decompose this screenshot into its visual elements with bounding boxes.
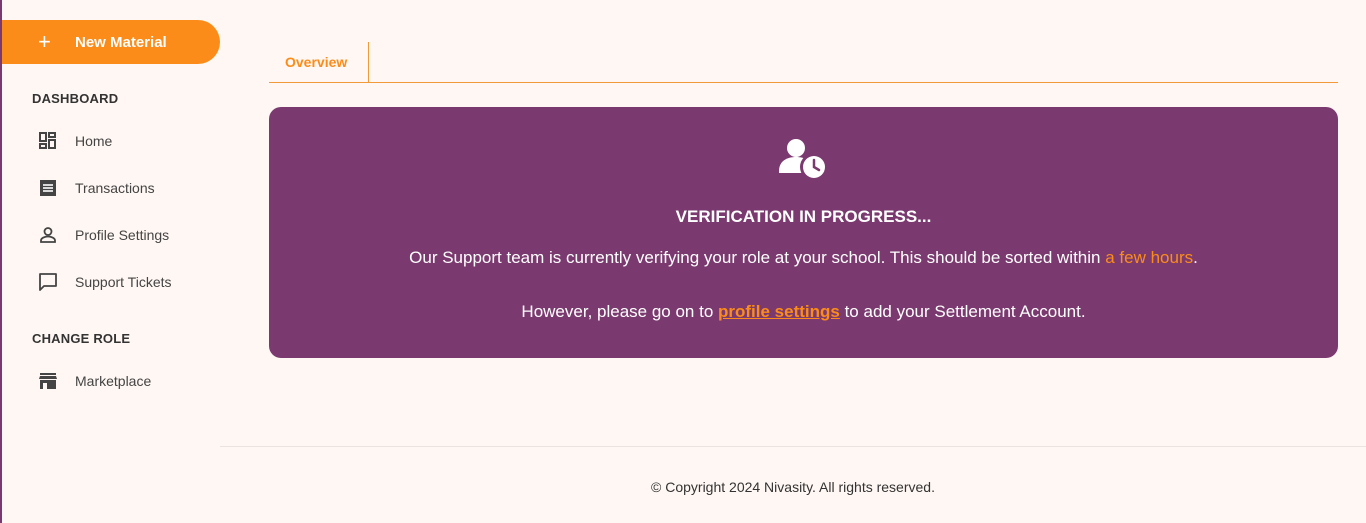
- tab-bar: Overview: [269, 42, 1338, 83]
- sidebar: + New Material DASHBOARD Home Transactio…: [2, 0, 220, 523]
- user-clock-icon: [777, 137, 831, 183]
- settlement-message: However, please go on to profile setting…: [269, 302, 1338, 322]
- highlight-text: a few hours: [1105, 248, 1194, 267]
- footer-divider: [220, 446, 1366, 447]
- sidebar-item-label: Marketplace: [75, 373, 152, 389]
- sidebar-item-label: Support Tickets: [75, 274, 172, 290]
- sidebar-item-label: Profile Settings: [75, 227, 170, 243]
- footer-copyright: © Copyright 2024 Nivasity. All rights re…: [651, 479, 935, 495]
- verification-title: VERIFICATION IN PROGRESS...: [675, 207, 932, 226]
- sidebar-item-profile-settings[interactable]: Profile Settings: [36, 220, 169, 250]
- profile-settings-link[interactable]: profile settings: [718, 302, 840, 321]
- storefront-icon: [36, 369, 60, 393]
- sidebar-item-support-tickets[interactable]: Support Tickets: [36, 267, 172, 297]
- verification-card: VERIFICATION IN PROGRESS... Our Support …: [269, 107, 1338, 358]
- new-material-label: New Material: [75, 33, 167, 51]
- plus-icon: +: [38, 29, 51, 54]
- section-title-change-role: CHANGE ROLE: [32, 331, 131, 346]
- message-text: However, please go on to: [521, 302, 718, 321]
- section-title-dashboard: DASHBOARD: [32, 91, 119, 106]
- sidebar-item-label: Transactions: [75, 180, 155, 196]
- new-material-button[interactable]: + New Material: [2, 20, 220, 64]
- message-text-end: .: [1193, 248, 1198, 267]
- message-text-end: to add your Settlement Account.: [839, 302, 1086, 321]
- verification-message: Our Support team is currently verifying …: [269, 248, 1338, 268]
- sidebar-item-home[interactable]: Home: [36, 126, 112, 156]
- person-icon: [36, 223, 60, 247]
- receipt-icon: [36, 176, 60, 200]
- main-content: Overview VERIFICATION IN PROGRESS... Our…: [220, 0, 1366, 523]
- sidebar-item-label: Home: [75, 133, 113, 149]
- sidebar-item-transactions[interactable]: Transactions: [36, 173, 155, 203]
- sidebar-item-marketplace[interactable]: Marketplace: [36, 366, 151, 396]
- chat-bubble-icon: [36, 270, 60, 294]
- message-text: Our Support team is currently verifying …: [409, 248, 1106, 267]
- tab-overview[interactable]: Overview: [269, 42, 369, 82]
- dashboard-grid-icon: [36, 129, 60, 153]
